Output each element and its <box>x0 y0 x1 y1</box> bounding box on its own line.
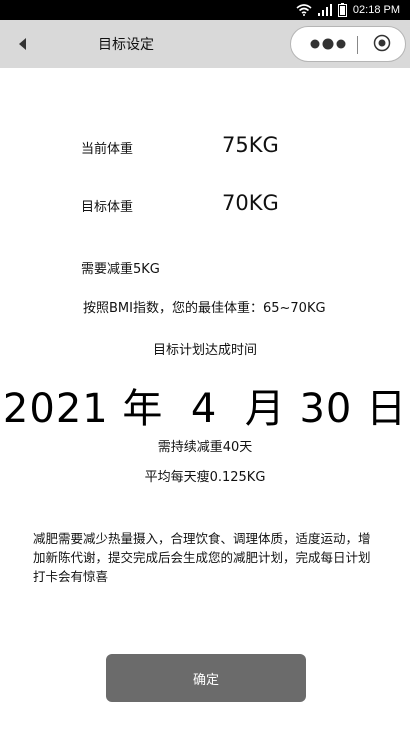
back-button[interactable] <box>12 32 34 56</box>
status-icons: 02:18 PM <box>296 2 400 18</box>
capsule-menu <box>290 26 406 62</box>
plan-time-title: 目标计划达成时间 <box>152 343 257 358</box>
status-time: 02:18 PM <box>352 4 400 16</box>
current-weight-value[interactable]: 75KG <box>222 133 279 157</box>
signal-icon <box>317 4 332 16</box>
close-miniprogram-button[interactable] <box>367 33 397 57</box>
nav-bar: 目标设定 <box>0 20 410 68</box>
current-weight-label: 当前体重 <box>81 142 134 157</box>
chevron-left-icon <box>19 35 27 54</box>
target-weight-value[interactable]: 70KG <box>222 191 279 215</box>
capsule-divider <box>357 36 358 54</box>
target-circle-icon <box>373 34 391 56</box>
duration-days-text: 需持续减重40天 <box>157 440 253 455</box>
more-button[interactable] <box>301 33 357 57</box>
description-text: 减肥需要减少热量摄入，合理饮食、调理体质，适度运动，增加新陈代谢，提交完成后会生… <box>33 531 371 584</box>
more-dots-icon <box>309 36 349 55</box>
battery-icon <box>337 3 347 17</box>
need-loss-text: 需要减重5KG <box>81 262 160 277</box>
confirm-button[interactable]: 确定 <box>106 654 306 702</box>
status-bar: 02:18 PM <box>0 0 410 20</box>
bmi-hint-text: 按照BMI指数，您的最佳体重：65~70KG <box>83 301 326 316</box>
wifi-icon <box>296 4 312 16</box>
page-title: 目标设定 <box>98 37 154 53</box>
daily-loss-text: 平均每天瘦0.125KG <box>144 470 266 485</box>
target-date[interactable]: 2021 年 4 月 30 日 <box>0 376 410 434</box>
target-weight-label: 目标体重 <box>81 200 134 215</box>
